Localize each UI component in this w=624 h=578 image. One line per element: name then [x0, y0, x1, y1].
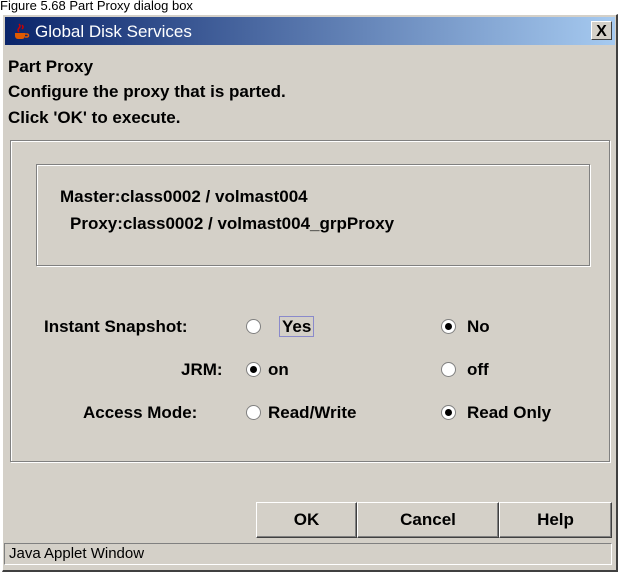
instant-snapshot-no-label[interactable]: No	[467, 317, 490, 337]
access-mode-readonly-radio[interactable]	[441, 405, 456, 420]
title-bar[interactable]: Global Disk Services X	[5, 17, 615, 45]
instant-snapshot-no-radio[interactable]	[441, 319, 456, 334]
close-icon: X	[596, 23, 607, 40]
jrm-off-radio[interactable]	[441, 362, 456, 377]
jrm-on-radio[interactable]	[246, 362, 261, 377]
java-cup-icon	[15, 23, 30, 39]
help-button[interactable]: Help	[499, 502, 612, 538]
proxy-info: Proxy:class0002 / volmast004_grpProxy	[70, 214, 395, 233]
dialog-instruction-1: Configure the proxy that is parted.	[8, 82, 286, 101]
window-title: Global Disk Services	[35, 22, 192, 41]
dialog-instruction-2: Click 'OK' to execute.	[8, 108, 181, 127]
access-mode-readonly-label[interactable]: Read Only	[467, 403, 551, 423]
cancel-button[interactable]: Cancel	[357, 502, 499, 538]
access-mode-label: Access Mode:	[83, 403, 198, 422]
access-mode-readwrite-radio[interactable]	[246, 405, 261, 420]
access-mode-readwrite-label[interactable]: Read/Write	[268, 403, 357, 423]
master-info: Master:class0002 / volmast004	[60, 187, 308, 206]
dialog-heading: Part Proxy	[8, 57, 94, 76]
jrm-off-label[interactable]: off	[467, 360, 489, 380]
jrm-on-label[interactable]: on	[268, 360, 289, 380]
jrm-label: JRM:	[181, 360, 223, 379]
instant-snapshot-yes-radio[interactable]	[246, 319, 261, 334]
status-bar: Java Applet Window	[4, 543, 612, 565]
instant-snapshot-label: Instant Snapshot:	[44, 317, 188, 336]
close-button[interactable]: X	[591, 21, 612, 40]
ok-button[interactable]: OK	[256, 502, 357, 538]
instant-snapshot-yes-label[interactable]: Yes	[279, 316, 315, 337]
